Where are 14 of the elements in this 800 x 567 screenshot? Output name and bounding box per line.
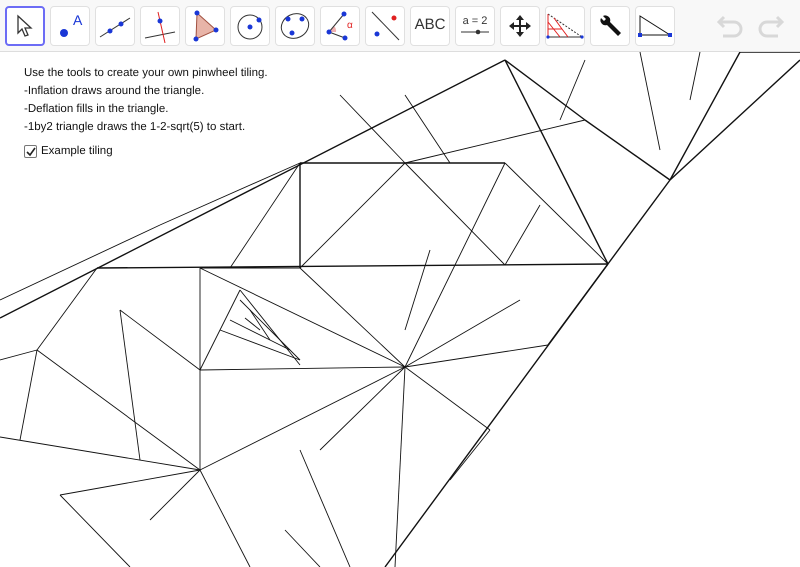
arrow-cursor-icon — [15, 14, 35, 38]
right-triangle-icon — [637, 12, 673, 38]
text-tool-label: ABC — [414, 15, 446, 36]
tool-button[interactable] — [5, 6, 45, 46]
pinwheel-triangle-icon — [546, 10, 584, 40]
move-arrows-icon — [507, 12, 533, 38]
ellipse-icon — [278, 10, 312, 40]
reflect-icon — [369, 10, 401, 42]
checkbox[interactable] — [24, 145, 37, 158]
redo-icon — [757, 14, 785, 38]
instruction-text: Use the tools to create your own pinwheel tiling. — [24, 65, 268, 81]
undo-icon — [716, 14, 744, 38]
tool-button[interactable]: ABC — [410, 6, 450, 46]
checkmark-icon — [26, 146, 36, 157]
